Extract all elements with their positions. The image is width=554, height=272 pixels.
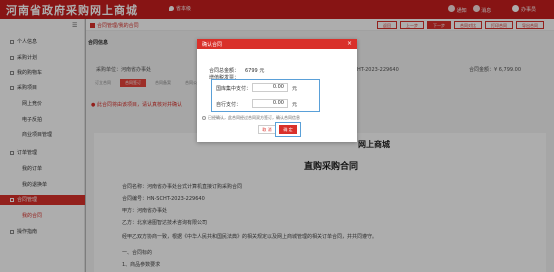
radio-icon: [202, 115, 206, 120]
self-payment-input[interactable]: 0.00: [252, 99, 288, 108]
treasury-payment-input[interactable]: 0.00: [252, 83, 288, 92]
dialog-header: 确认合同 ×: [197, 39, 357, 49]
payment-fields-box: 国库集中支付： 0.00 元 自行支付： 0.00 元: [211, 79, 320, 112]
treasury-payment-label: 国库集中支付：: [216, 86, 252, 92]
confirm-radio[interactable]: 已经确认，此合同经过合同双方签订，确认合同信息: [202, 115, 300, 121]
close-icon[interactable]: ×: [347, 40, 352, 47]
confirm-contract-dialog: 确认合同 × 合同总金额： 6799 元 增值税发票： 国库集中支付： 0.00…: [197, 39, 357, 142]
total-amount-value: 6799 元: [245, 68, 265, 74]
self-payment-unit: 元: [292, 102, 298, 108]
dialog-title: 确认合同: [202, 42, 223, 48]
treasury-payment-unit: 元: [292, 86, 298, 92]
confirm-button[interactable]: 确 定: [279, 125, 297, 134]
total-amount-label: 合同总金额：: [209, 68, 240, 74]
cancel-button[interactable]: 取 消: [258, 125, 276, 134]
self-payment-label: 自行支付：: [216, 102, 242, 108]
